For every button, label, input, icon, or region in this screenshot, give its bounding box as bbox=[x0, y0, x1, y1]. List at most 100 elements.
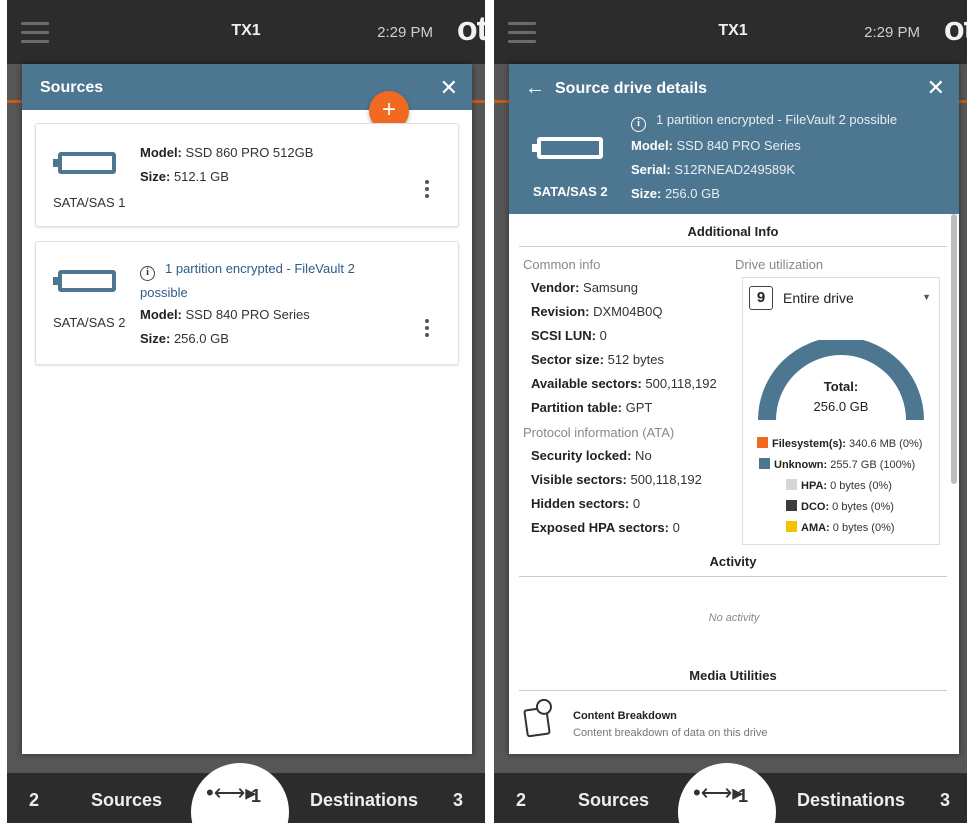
protocol-info-label: Protocol information (ATA) bbox=[523, 425, 675, 440]
panel-title: Source drive details bbox=[555, 80, 708, 97]
available-sectors-field: Available sectors: 500,118,192 bbox=[531, 376, 717, 391]
field-label: Security locked: bbox=[531, 448, 632, 463]
legend-value: 0 bytes (0%) bbox=[829, 501, 894, 513]
drive-icon bbox=[53, 270, 116, 292]
usb-icon: •⟷▸ bbox=[693, 780, 744, 805]
serial-value: S12RNEAD249589K bbox=[670, 162, 796, 177]
sources-screen: TX1 2:29 PM ot Sources ✕ + SATA/SAS 1 Mo… bbox=[7, 0, 485, 823]
field-value: 512 bytes bbox=[603, 352, 664, 367]
source-card[interactable]: SATA/SAS 1 Model: SSD 860 PRO 512GB Size… bbox=[35, 123, 459, 227]
legend-ama: AMA: 0 bytes (0%) bbox=[743, 521, 939, 534]
nav-destinations[interactable]: Destinations bbox=[310, 790, 418, 811]
model-value: SSD 860 PRO 512GB bbox=[181, 145, 314, 160]
content-breakdown-desc: Content breakdown of data on this drive bbox=[573, 727, 768, 739]
info-icon: i bbox=[140, 266, 155, 281]
source-card[interactable]: SATA/SAS 2 i 1 partition encrypted - File… bbox=[35, 241, 459, 365]
chevron-down-icon: ▼ bbox=[922, 292, 931, 302]
content-breakdown-icon bbox=[523, 697, 553, 738]
usb-count: 1 bbox=[251, 786, 262, 806]
drive-icon bbox=[53, 152, 116, 174]
more-options-icon[interactable] bbox=[424, 180, 430, 201]
scsi-lun-field: SCSI LUN: 0 bbox=[531, 328, 607, 343]
more-options-icon[interactable] bbox=[424, 319, 430, 340]
legend-value: 0 bytes (0%) bbox=[827, 480, 892, 492]
field-label: Sector size: bbox=[531, 352, 604, 367]
warning-text: 1 partition encrypted - FileVault 2 bbox=[165, 261, 355, 276]
ama-swatch bbox=[786, 521, 797, 532]
warning-text: 1 partition encrypted - FileVault 2 poss… bbox=[656, 112, 898, 127]
revision-field: Revision: DXM04B0Q bbox=[531, 304, 663, 319]
top-bar: TX1 2:29 PM ot bbox=[494, 0, 967, 64]
drive-utilization-card: 9 Entire drive ▼ Total: 256.0 GB Filesys… bbox=[742, 277, 940, 545]
dco-swatch bbox=[786, 500, 797, 511]
security-locked-field: Security locked: No bbox=[531, 448, 652, 463]
nav-destinations[interactable]: Destinations bbox=[797, 790, 905, 811]
panel-title: Sources bbox=[40, 79, 104, 96]
field-value: 0 bbox=[669, 520, 680, 535]
close-icon[interactable]: ✕ bbox=[927, 75, 945, 101]
drive-details-panel: ← Source drive details ✕ SATA/SAS 2 i 1 p… bbox=[509, 64, 959, 754]
model-label: Model: bbox=[140, 307, 182, 322]
select-value: Entire drive bbox=[783, 290, 854, 306]
clock: 2:29 PM bbox=[377, 24, 433, 41]
field-value: DXM04B0Q bbox=[589, 304, 663, 319]
legend-value: 255.7 GB (100%) bbox=[827, 459, 916, 471]
size-value: 256.0 GB bbox=[170, 331, 229, 346]
nav-sources[interactable]: Sources bbox=[91, 790, 162, 811]
common-info-label: Common info bbox=[523, 257, 601, 272]
bottom-nav: 2 Sources •⟷▸ 1 Destinations 3 bbox=[494, 763, 967, 823]
usb-button[interactable]: •⟷▸ 1 bbox=[678, 763, 776, 823]
model-label: Model: bbox=[631, 138, 673, 153]
visible-sectors-field: Visible sectors: 500,118,192 bbox=[531, 472, 702, 487]
clock: 2:29 PM bbox=[864, 24, 920, 41]
size-value: 512.1 GB bbox=[170, 169, 229, 184]
usb-button[interactable]: •⟷▸ 1 bbox=[191, 763, 289, 823]
legend-value: 0 bytes (0%) bbox=[829, 522, 895, 534]
field-label: Hidden sectors: bbox=[531, 496, 630, 511]
destinations-count: 3 bbox=[453, 790, 464, 810]
sources-panel: Sources ✕ + SATA/SAS 1 Model: SSD 860 PR… bbox=[22, 64, 472, 754]
scrollbar[interactable] bbox=[951, 214, 957, 484]
partition-table-field: Partition table: GPT bbox=[531, 400, 652, 415]
model-value: SSD 840 PRO Series bbox=[672, 138, 801, 153]
info-icon: i bbox=[631, 117, 646, 132]
size-field: Size: 256.0 GB bbox=[140, 331, 229, 346]
top-bar: TX1 2:29 PM ot bbox=[7, 0, 485, 64]
panel-header: ← Source drive details ✕ SATA/SAS 2 i 1 p… bbox=[509, 64, 959, 214]
total-value: 256.0 GB bbox=[813, 399, 869, 414]
field-value: 0 bbox=[596, 328, 607, 343]
field-label: Available sectors: bbox=[531, 376, 642, 391]
model-field: Model: SSD 840 PRO Series bbox=[631, 138, 801, 153]
legend-label: DCO: bbox=[801, 501, 830, 513]
size-value: 256.0 GB bbox=[661, 186, 720, 201]
drive-details-screen: TX1 2:29 PM ot ← Source drive details ✕ … bbox=[494, 0, 967, 823]
field-value: 500,118,192 bbox=[641, 376, 717, 391]
nav-sources[interactable]: Sources bbox=[578, 790, 649, 811]
drive-utilization-label: Drive utilization bbox=[735, 257, 824, 272]
usb-count: 1 bbox=[738, 786, 749, 806]
size-label: Size: bbox=[631, 186, 662, 201]
port-label: SATA/SAS 2 bbox=[533, 184, 608, 199]
activity-header: Activity bbox=[519, 554, 947, 577]
field-label: Visible sectors: bbox=[531, 472, 627, 487]
field-label: Vendor: bbox=[531, 280, 580, 295]
bottom-nav: 2 Sources •⟷▸ 1 Destinations 3 bbox=[7, 763, 485, 823]
sources-count: 2 bbox=[516, 790, 527, 810]
legend-label: Unknown: bbox=[774, 459, 828, 471]
destinations-count: 3 bbox=[940, 790, 951, 810]
legend-filesystems: Filesystem(s): 340.6 MB (0%) bbox=[743, 437, 939, 450]
sector-size-field: Sector size: 512 bytes bbox=[531, 352, 664, 367]
unknown-swatch bbox=[759, 458, 770, 469]
field-value: 500,118,192 bbox=[626, 472, 702, 487]
field-value: Samsung bbox=[579, 280, 638, 295]
exposed-hpa-field: Exposed HPA sectors: 0 bbox=[531, 520, 680, 535]
close-icon[interactable]: ✕ bbox=[440, 75, 458, 101]
logo: ot bbox=[456, 10, 485, 48]
back-arrow-icon[interactable]: ← bbox=[525, 77, 545, 100]
content-breakdown-item[interactable]: Content Breakdown Content breakdown of d… bbox=[519, 697, 947, 748]
size-label: Size: bbox=[140, 331, 171, 346]
vendor-field: Vendor: Samsung bbox=[531, 280, 638, 295]
partition-select[interactable]: 9 Entire drive ▼ bbox=[749, 284, 935, 314]
field-label: Revision: bbox=[531, 304, 590, 319]
warning-text-cont: possible bbox=[140, 285, 188, 300]
